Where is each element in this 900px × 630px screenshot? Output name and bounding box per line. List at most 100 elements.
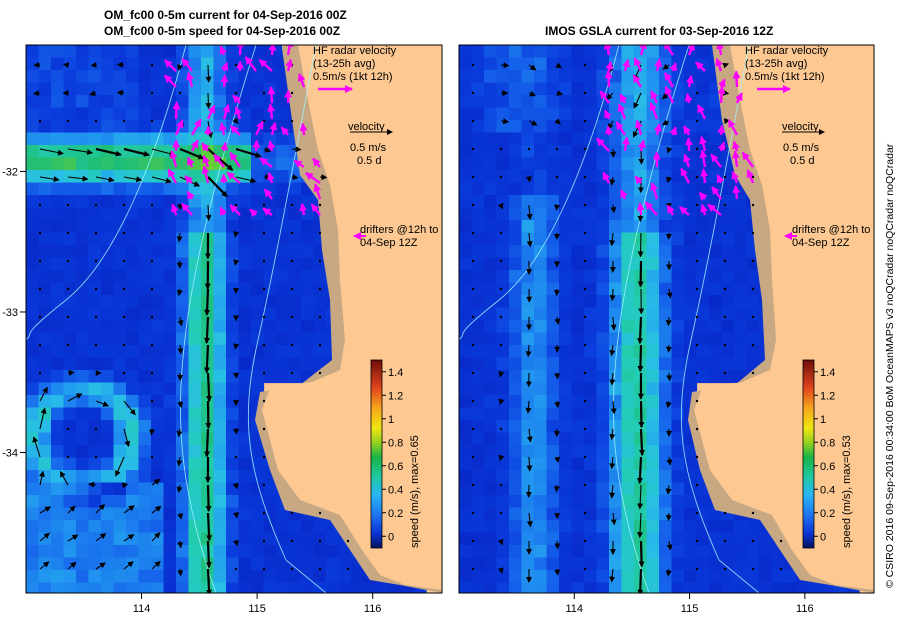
speed-cell [26,557,40,571]
speed-cell [534,195,548,209]
speed-cell [76,395,90,409]
speed-cell [584,245,598,259]
speed-cell [176,470,190,484]
speed-cell [721,220,735,234]
speed-cell [63,457,77,471]
speed-cell [521,120,535,134]
speed-cell [276,307,290,321]
speed-cell [646,420,660,434]
speed-cell [596,407,610,421]
speed-cell [76,95,90,109]
speed-cell [596,245,610,259]
speed-cell [696,320,710,334]
speed-cell [151,207,165,221]
speed-cell [63,282,77,296]
speed-cell [596,307,610,321]
vector-dot [583,539,587,543]
speed-cell [621,557,635,571]
speed-cell [276,182,290,196]
speed-cell [459,470,473,484]
speed-cell [534,582,548,593]
speed-cell [534,382,548,396]
speed-cell [521,357,535,371]
speed-cell [226,182,240,196]
speed-cell [509,520,523,534]
speed-cell [534,220,548,234]
speed-cell [559,157,573,171]
current-vector [526,456,533,472]
vector-dot [583,203,587,207]
hf-radar-vector [220,141,229,152]
speed-cell [496,45,510,59]
speed-cell [571,520,585,534]
speed-cell [26,120,40,134]
speed-cell [559,332,573,346]
speed-cell [38,57,52,71]
speed-cell [471,270,485,284]
speed-cell [88,57,102,71]
speed-cell [188,545,202,559]
speed-cell [151,182,165,196]
speed-cell [213,432,227,446]
speed-cell [213,282,227,296]
figure-canvas: -32-33-34114 115 116 114 115 116 HF radar vel… [2,44,896,615]
speed-cell [213,570,227,584]
speed-cell [609,170,623,184]
speed-cell [288,295,302,309]
speed-cell [126,157,140,171]
speed-cell [509,395,523,409]
speed-cell [646,45,660,59]
speed-cell [26,520,40,534]
speed-cell [51,170,65,184]
speed-cell [584,532,598,546]
speed-cell [113,107,127,121]
colorbar-tick-label: 1.4 [388,367,403,379]
speed-cell [684,295,698,309]
speed-cell [151,232,165,246]
vector-dot [94,315,98,319]
vector-dot [150,203,154,207]
speed-cell [151,107,165,121]
speed-cell [51,332,65,346]
speed-cell [559,482,573,496]
current-vector [609,288,616,302]
speed-cell [459,107,473,121]
speed-cell [671,532,685,546]
speed-cell [176,507,190,521]
speed-cell [263,70,277,84]
speed-cell [709,582,723,593]
vector-dot [94,287,98,291]
speed-cell [188,432,202,446]
speed-cell [734,357,748,371]
current-vector [638,148,645,165]
speed-cell [151,307,165,321]
speed-cell [746,320,760,334]
speed-cell [659,57,673,71]
speed-cell [151,332,165,346]
vector-dot [583,259,587,263]
speed-cell [26,182,40,196]
speed-cell [534,345,548,359]
speed-cell [138,532,152,546]
speed-cell [76,557,90,571]
speed-cell [213,482,227,496]
speed-cell [596,457,610,471]
speed-cell [138,395,152,409]
speed-cell [659,170,673,184]
speed-cell [238,157,252,171]
x-tick-label: 114 [133,603,151,615]
speed-cell [596,370,610,384]
current-vector [638,428,645,456]
speed-cell [521,45,535,59]
speed-cell [646,470,660,484]
speed-cell [734,557,748,571]
speed-cell [646,357,660,371]
speed-cell [76,207,90,221]
speed-cell [584,520,598,534]
vector-dot [695,399,699,403]
speed-cell [126,57,140,71]
speed-cell [571,145,585,159]
speed-cell [38,582,52,593]
speed-cell [459,307,473,321]
speed-cell [659,145,673,159]
